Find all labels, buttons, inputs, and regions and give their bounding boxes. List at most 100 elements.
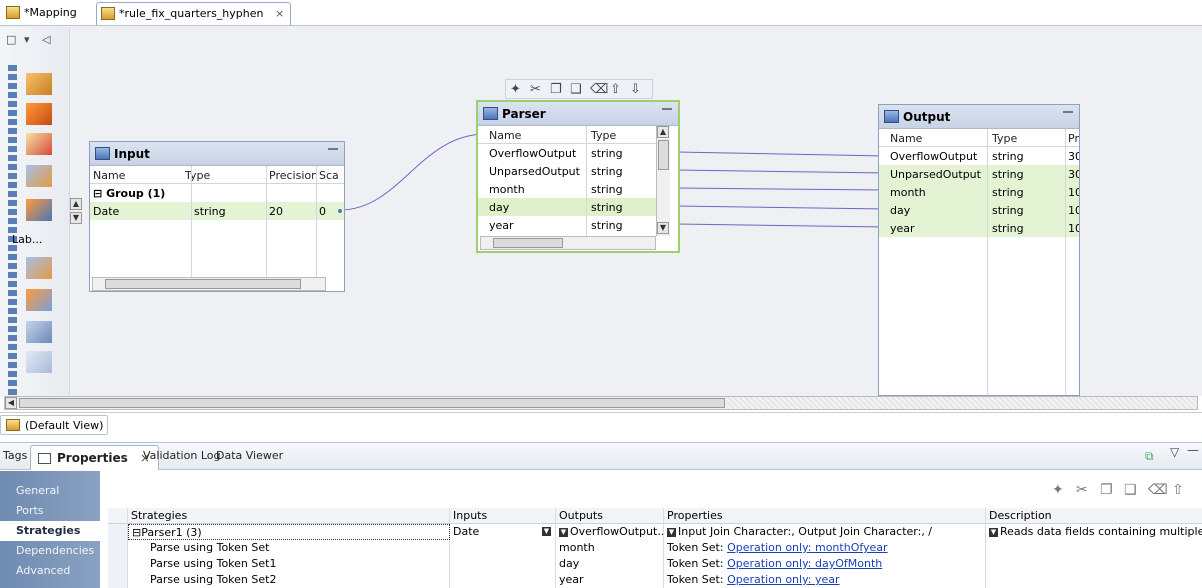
output-port-row[interactable]: OverflowOutput string 30 (879, 147, 1079, 165)
output-column-header: Name Type Pre (879, 129, 1079, 147)
dropdown-icon[interactable]: ▼ (559, 527, 568, 537)
parser-port-row[interactable]: month string (478, 180, 656, 198)
parser-port-row[interactable]: day string (478, 198, 656, 216)
strategy-properties[interactable]: Input Join Character:, Output Join Chara… (678, 525, 932, 538)
link-overflow[interactable] (675, 151, 887, 157)
col-outputs: Outputs (556, 508, 664, 524)
tab-properties-label: Properties (57, 451, 128, 465)
default-view-label: (Default View) (25, 419, 104, 432)
strategy-description[interactable] (986, 540, 1202, 556)
parser-transformation[interactable]: Parser Name Type OverflowOutput string U… (476, 100, 680, 253)
nav-general[interactable]: General (0, 481, 100, 501)
cut-icon[interactable]: ✂ (530, 82, 541, 97)
strategy-description[interactable]: Reads data fields containing multiple in… (1000, 525, 1202, 538)
tab-properties[interactable]: Properties × (30, 445, 159, 470)
link-day[interactable] (675, 205, 887, 210)
input-header[interactable]: Input (90, 142, 344, 166)
port-precision: 20 (269, 205, 283, 218)
strategy-description[interactable] (986, 556, 1202, 572)
parser-hscroll[interactable] (480, 236, 656, 250)
parser-header[interactable]: Parser (478, 102, 678, 126)
new-strategy-icon[interactable]: ✦ (1052, 482, 1064, 498)
table-row[interactable]: Parse using Token Set2 year Token Set: O… (108, 572, 1202, 588)
minimize-icon[interactable] (1063, 111, 1073, 113)
move-down-icon[interactable]: ⇩ (630, 82, 641, 97)
paste-icon[interactable]: ❑ (570, 82, 582, 97)
output-header[interactable]: Output (879, 105, 1079, 129)
paste-icon[interactable]: ❑ (1124, 482, 1137, 498)
strategy-inputs[interactable]: Date (453, 525, 479, 538)
minimize-icon[interactable] (662, 108, 672, 110)
strategy-description[interactable] (986, 572, 1202, 588)
port-type: string (591, 219, 623, 232)
nav-strategies[interactable]: Strategies (0, 521, 100, 541)
dropdown-icon[interactable]: ▼ (989, 527, 998, 537)
output-port-row[interactable]: year string 10 (879, 219, 1079, 237)
token-set-label: Token Set: (667, 557, 724, 570)
nav-advanced[interactable]: Advanced (0, 561, 100, 581)
output-icon (884, 110, 899, 123)
output-port-row[interactable]: day string 10 (879, 201, 1079, 219)
strategy-outputs[interactable]: day (556, 556, 664, 572)
delete-icon[interactable]: ⌫ (590, 82, 608, 97)
output-port-row[interactable]: month string 10 (879, 183, 1079, 201)
port-name: UnparsedOutput (890, 168, 981, 181)
operation-link[interactable]: Operation only: monthOfyear (727, 541, 888, 554)
collapse-icon[interactable]: ⊟ (132, 526, 141, 539)
tab-data-viewer[interactable]: Data Viewer (216, 449, 283, 462)
move-up-icon[interactable]: ⇧ (1172, 482, 1184, 498)
parser-port-row[interactable]: UnparsedOutput string (478, 162, 656, 180)
open-editor-icon[interactable]: ⧉ (1145, 449, 1154, 464)
minimize-panel-icon[interactable]: — (1187, 443, 1199, 457)
view-bar: (Default View) (0, 412, 1202, 436)
table-row[interactable]: ⊟Parser1 (3) Date ▼ ▼ OverflowOutput... ▼ I… (108, 524, 1202, 540)
strategy-outputs[interactable]: OverflowOutput... (570, 525, 663, 538)
operation-link[interactable]: Operation only: dayOfMonth (727, 557, 882, 570)
parser-column-header: Name Type (478, 126, 656, 144)
input-transformation[interactable]: Input Name Type Precision Sca ⊟ Group (1… (89, 141, 345, 292)
input-hscroll[interactable] (92, 277, 326, 291)
panel-tab-bar: Tags Properties × Validation Log Data Vi… (0, 442, 1202, 470)
collapse-icon[interactable]: ⊟ (93, 187, 102, 200)
output-title: Output (903, 110, 951, 124)
strategy-inputs[interactable] (450, 556, 556, 572)
dropdown-icon[interactable]: ▼ (667, 527, 676, 537)
copy-icon[interactable]: ❐ (550, 82, 562, 97)
input-port-row[interactable]: Date string 20 0 (90, 202, 344, 220)
minimize-icon[interactable] (328, 148, 338, 150)
link-unparsed[interactable] (675, 169, 887, 174)
operation-link[interactable]: Operation only: year (727, 573, 839, 586)
default-view-button[interactable]: (Default View) (0, 415, 109, 435)
input-group-row[interactable]: ⊟ Group (1) (90, 184, 344, 202)
port-type: string (194, 205, 226, 218)
tab-tags[interactable]: Tags (3, 449, 27, 462)
output-transformation[interactable]: Output Name Type Pre OverflowOutput stri… (878, 104, 1080, 396)
output-port-row[interactable]: UnparsedOutput string 30 (879, 165, 1079, 183)
output-port-handle[interactable] (338, 209, 342, 213)
link-year[interactable] (675, 223, 887, 228)
dropdown-icon[interactable]: ▼ (542, 527, 551, 536)
token-set-label: Token Set: (667, 541, 724, 554)
view-icon (6, 419, 20, 431)
new-port-icon[interactable]: ✦ (510, 82, 521, 97)
parser-port-row[interactable]: year string (478, 216, 656, 234)
table-row[interactable]: Parse using Token Set month Token Set: O… (108, 540, 1202, 556)
parser-vscroll[interactable]: ▲ ▼ (656, 126, 670, 236)
nav-ports[interactable]: Ports (0, 501, 100, 521)
delete-icon[interactable]: ⌫ (1148, 482, 1168, 498)
parser-port-row[interactable]: OverflowOutput string (478, 144, 656, 162)
table-row[interactable]: Parse using Token Set1 day Token Set: Op… (108, 556, 1202, 572)
move-up-icon[interactable]: ⇧ (610, 82, 621, 97)
strategy-inputs[interactable] (450, 540, 556, 556)
strategy-outputs[interactable]: year (556, 572, 664, 588)
view-menu-icon[interactable]: ▽ (1170, 445, 1179, 459)
canvas-hscroll[interactable]: ◀ (4, 396, 1198, 410)
link-month[interactable] (675, 187, 887, 191)
tab-validation-log[interactable]: Validation Log (143, 449, 220, 462)
strategy-outputs[interactable]: month (556, 540, 664, 556)
link-date-to-parser[interactable] (339, 133, 487, 211)
copy-icon[interactable]: ❐ (1100, 482, 1113, 498)
strategy-inputs[interactable] (450, 572, 556, 588)
cut-icon[interactable]: ✂ (1076, 482, 1088, 498)
nav-dependencies[interactable]: Dependencies (0, 541, 100, 561)
